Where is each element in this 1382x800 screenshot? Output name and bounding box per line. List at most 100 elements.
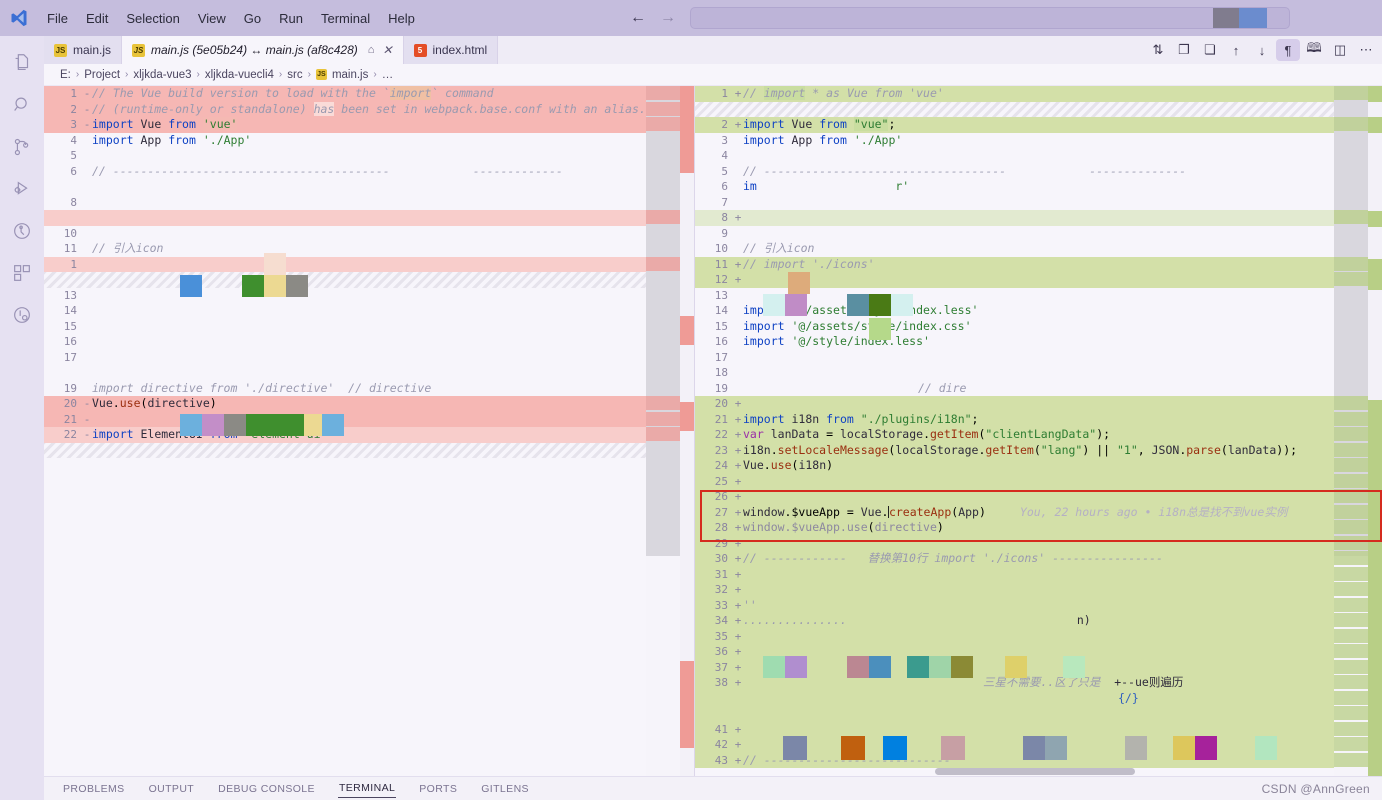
original-overview-ruler[interactable] xyxy=(680,86,694,776)
code-text[interactable] xyxy=(743,582,1382,598)
code-text[interactable] xyxy=(743,350,1382,366)
next-change-icon[interactable]: ↓ xyxy=(1250,39,1274,61)
panel-tab-gitlens[interactable]: GITLENS xyxy=(480,780,530,798)
panel-tab-problems[interactable]: PROBLEMS xyxy=(62,780,126,798)
code-text[interactable]: import '@/style/index.less' xyxy=(743,334,1382,350)
code-line[interactable]: 6 im r' xyxy=(695,179,1382,195)
code-text[interactable]: window.$vueApp = Vue.createApp(App) You, … xyxy=(743,505,1382,521)
breadcrumb-segment[interactable]: Project xyxy=(84,69,120,81)
code-line[interactable]: 4 xyxy=(695,148,1382,164)
code-text[interactable] xyxy=(743,288,1382,304)
code-line[interactable]: 28 + window.$vueApp.use(directive) xyxy=(695,520,1382,536)
code-line[interactable]: 27 + window.$vueApp = Vue.createApp(App) Yo… xyxy=(695,504,1382,521)
menu-item-help[interactable]: Help xyxy=(379,8,424,29)
panel-tab-debug-console[interactable]: DEBUG CONSOLE xyxy=(217,780,316,798)
code-text[interactable] xyxy=(743,567,1382,583)
code-line[interactable]: 15 xyxy=(44,319,694,335)
breadcrumb-segment[interactable]: xljkda-vue3 xyxy=(133,69,191,81)
code-text[interactable]: // dire xyxy=(743,381,1382,397)
code-line[interactable]: 14 xyxy=(44,303,694,319)
explorer-icon[interactable] xyxy=(0,42,44,84)
code-line[interactable]: 1-// The Vue build version to load with … xyxy=(44,86,694,102)
code-line[interactable]: 21- xyxy=(44,411,694,427)
code-line[interactable]: 16 xyxy=(44,334,694,350)
code-line[interactable]: 20 + xyxy=(695,396,1382,412)
menu-item-file[interactable]: File xyxy=(38,8,77,29)
forward-button[interactable]: → xyxy=(660,10,676,26)
code-line[interactable]: 1 +// import * as Vue from 'vue' xyxy=(695,86,1382,102)
code-line[interactable]: 15 import '@/assets/style/index.css' xyxy=(695,319,1382,335)
code-line[interactable]: 23 + i18n.setLocaleMessage(localStorage.ge… xyxy=(695,442,1382,459)
code-line[interactable]: 13 xyxy=(44,288,694,304)
code-line[interactable] xyxy=(44,272,694,288)
code-text[interactable]: // ----------------------------------- -… xyxy=(743,164,1382,180)
breadcrumb-segment[interactable]: E: xyxy=(60,69,71,81)
code-line[interactable]: 6 // ------------------------------------… xyxy=(44,164,694,180)
back-button[interactable]: ← xyxy=(630,10,646,26)
code-text[interactable] xyxy=(743,396,1382,412)
code-line[interactable]: 35 + xyxy=(695,628,1382,644)
menu-item-go[interactable]: Go xyxy=(235,8,270,29)
code-line[interactable]: 16 import '@/style/index.less' xyxy=(695,334,1382,350)
code-text[interactable] xyxy=(743,272,1382,288)
extensions-icon[interactable] xyxy=(0,252,44,294)
code-line[interactable]: 25 + xyxy=(695,473,1382,490)
editor-tab[interactable]: JS main.js xyxy=(44,36,123,64)
gitlens-icon[interactable] xyxy=(0,210,44,252)
previous-change-icon[interactable]: ↑ xyxy=(1224,39,1248,61)
code-text[interactable] xyxy=(743,474,1382,490)
code-line[interactable] xyxy=(44,365,694,381)
code-line[interactable]: 31 + xyxy=(695,566,1382,583)
source-control-icon[interactable] xyxy=(0,126,44,168)
code-line[interactable]: 34 +............... n) xyxy=(695,613,1382,629)
code-text[interactable]: import directive from './directive' // d… xyxy=(92,381,694,397)
code-text[interactable]: ............... n) xyxy=(743,613,1382,629)
code-text[interactable]: window.$vueApp.use(directive) xyxy=(743,520,1382,536)
code-text[interactable]: import Vue from 'vue' xyxy=(92,117,694,133)
code-text[interactable] xyxy=(743,489,1382,505)
modified-overview-ruler[interactable] xyxy=(1368,86,1382,776)
code-text[interactable] xyxy=(743,226,1382,242)
menu-item-run[interactable]: Run xyxy=(270,8,312,29)
code-text[interactable]: im r' xyxy=(743,179,1382,195)
code-text[interactable]: // -------------------------------------… xyxy=(92,164,694,180)
code-text[interactable] xyxy=(743,102,1382,118)
code-text[interactable]: import App from './App' xyxy=(92,133,694,149)
code-text[interactable]: var lanData = localStorage.getItem("clie… xyxy=(743,427,1382,443)
breadcrumb-segment[interactable]: src xyxy=(287,69,302,81)
search-icon[interactable] xyxy=(0,84,44,126)
code-line[interactable]: 24 + Vue.use(i18n) xyxy=(695,458,1382,474)
code-text[interactable] xyxy=(92,319,694,335)
code-line[interactable] xyxy=(44,179,694,195)
code-line[interactable]: 7 xyxy=(695,195,1382,211)
code-line[interactable]: 17 xyxy=(695,350,1382,366)
code-line[interactable]: 2-// (runtime-only or standalone) has be… xyxy=(44,101,694,117)
code-line[interactable]: 9 xyxy=(695,226,1382,242)
gitlens-inspect-icon[interactable] xyxy=(0,294,44,336)
code-line[interactable]: 8 + xyxy=(695,210,1382,226)
menu-item-selection[interactable]: Selection xyxy=(117,8,188,29)
code-text[interactable] xyxy=(92,226,694,242)
code-line[interactable]: 30 +// ------------ 替换第10行 import './icon… xyxy=(695,551,1382,567)
diff-pane-original[interactable]: 1-// The Vue build version to load with … xyxy=(44,86,695,776)
open-changes-icon[interactable]: ❏ xyxy=(1198,39,1222,61)
code-text[interactable] xyxy=(92,210,694,226)
code-line[interactable]: 19 // dire xyxy=(695,381,1382,397)
code-text[interactable] xyxy=(743,722,1382,738)
code-text[interactable] xyxy=(743,706,1382,722)
breadcrumb-segment[interactable]: … xyxy=(382,69,394,81)
modified-minimap[interactable] xyxy=(1334,86,1368,776)
code-line[interactable]: 10 // 引入icon xyxy=(695,241,1382,257)
code-line[interactable]: 21 + import i18n from "./plugins/i18n"; xyxy=(695,411,1382,427)
code-text[interactable]: Vue.use(i18n) xyxy=(743,458,1382,474)
code-line[interactable]: 22-import ElementUI from 'element-ui' xyxy=(44,427,694,443)
command-center[interactable] xyxy=(690,7,1290,29)
close-icon[interactable]: ✕ xyxy=(382,43,392,57)
code-text[interactable]: // The Vue build version to load with th… xyxy=(92,86,694,102)
code-line[interactable]: 18 xyxy=(695,365,1382,381)
code-text[interactable]: import Vue from "vue"; xyxy=(743,117,1382,133)
breadcrumb-segment[interactable]: xljkda-vuecli4 xyxy=(205,69,274,81)
code-text[interactable]: i18n.setLocaleMessage(localStorage.getIt… xyxy=(743,443,1382,459)
code-line[interactable]: 22 + var lanData = localStorage.getItem("c… xyxy=(695,427,1382,443)
code-line[interactable] xyxy=(695,101,1382,118)
